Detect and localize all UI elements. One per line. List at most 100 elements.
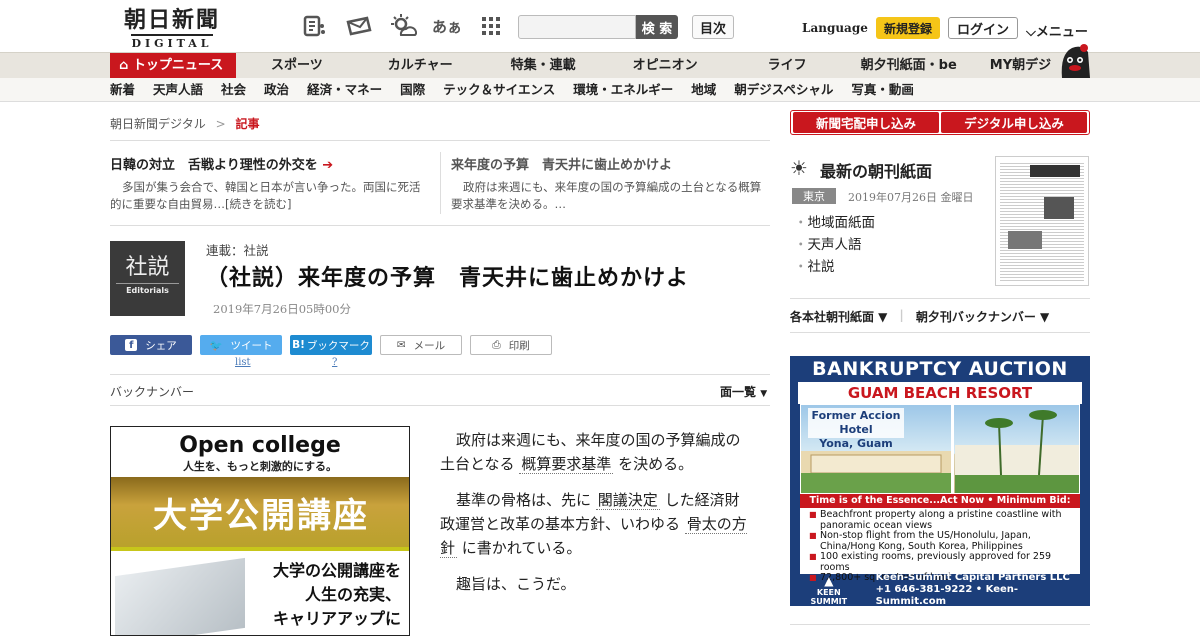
mail-icon[interactable] [344,12,374,40]
apps-grid-icon[interactable] [476,12,506,40]
nav-item-my-asahi[interactable]: MY朝デジ [990,53,1051,79]
article-body: 政府は来週にも、来年度の国の予算編成の土台となる 概算要求基準 を決める。 基準… [440,428,750,608]
print-button[interactable]: ⎙ 印刷 [470,335,552,355]
keen-summit-logo: ▲ KEEN SUMMIT [800,574,858,606]
latest-paper-heading: 最新の朝刊紙面 [820,162,933,181]
breadcrumb-home[interactable]: 朝日新聞デジタル [110,117,206,131]
nav-item-paper[interactable]: 朝夕刊紙面・be [861,53,957,79]
backnumber-link[interactable]: 朝夕刊バックナンバー ▼ [916,308,1049,325]
series-label[interactable]: 連載：社説 [206,240,269,259]
divider [790,624,1090,625]
search-input[interactable] [518,15,636,39]
nav2-item-tech[interactable]: テック＆サイエンス [443,78,555,102]
hatena-bookmark-button[interactable]: B! ブックマーク [290,335,372,355]
newspaper-icon[interactable] [300,12,330,40]
site-header: 朝日新聞 DIGITAL あぁ 検 索 目次 Language 新規登録 ログイ… [0,0,1200,52]
ad-bullet: 100 existing rooms, previously approved … [809,551,1072,573]
mail-share-button[interactable]: ✉ メール [380,335,462,355]
teaser-divider [440,152,441,214]
nav-item-opinion[interactable]: オピニオン [633,53,698,79]
nav2-item-politics[interactable]: 政治 [264,78,289,102]
nav-item-life[interactable]: ライフ [768,53,807,79]
home-icon: ⌂ [119,58,133,73]
nav-item-sports[interactable]: スポーツ [271,53,323,79]
paper-date: 2019年07月26日 金曜日 [848,191,974,204]
home-delivery-button[interactable]: 新聞宅配申し込み [793,112,939,133]
ad-brand: Open college [179,433,341,458]
nav2-item-economy[interactable]: 経済・マネー [307,78,382,102]
language-link[interactable]: Language [802,21,868,35]
teaser-title: 来年度の予算 青天井に歯止めかけよ [451,158,673,173]
divider [110,140,770,141]
subscription-buttons: 新聞宅配申し込み デジタル申し込み [790,110,1090,135]
breadcrumb-separator: > [215,117,226,131]
paragraph: 趣旨は、こうだ。 [456,575,576,593]
page-list-dropdown[interactable]: 面一覧 ▼ [720,383,767,400]
nav2-item-special[interactable]: 朝デジスペシャル [734,78,833,102]
search-box: 検 索 [518,15,678,39]
print-icon: ⎙ [492,338,501,351]
font-size-icon[interactable]: あぁ [432,12,462,40]
toc-button[interactable]: 目次 [692,15,734,39]
guam-auction-ad[interactable]: BANKRUPTCY AUCTION GUAM BEACH RESORT For… [790,356,1090,606]
register-button[interactable]: 新規登録 [876,17,940,39]
paper-thumbnail[interactable] [995,156,1089,286]
site-logo[interactable]: 朝日新聞 DIGITAL [112,8,232,50]
teaser-title: 日韓の対立 舌戦より理性の外交を ➔ [110,158,334,173]
nav-item-features[interactable]: 特集・連載 [511,53,576,79]
ad-bullet: Beachfront property along a pristine coa… [809,509,1072,531]
nav2-item-society[interactable]: 社会 [221,78,246,102]
divider [110,374,770,375]
ad-title: BANKRUPTCY AUCTION [812,358,1068,380]
logo-sub-text: DIGITAL [131,34,213,50]
digital-subscribe-button[interactable]: デジタル申し込み [941,112,1087,133]
ad-book-image [115,557,245,635]
paper-link-tensei[interactable]: 天声人語 [794,234,875,256]
editorial-thumbnail: 社説 Editorials [110,241,185,316]
paper-link-region[interactable]: 地域面紙面 [794,212,876,234]
nav2-item-region[interactable]: 地域 [691,78,716,102]
open-college-ad[interactable]: Open college 人生を、もっと刺激的にする。 大学公開講座 大学の公開… [110,426,410,636]
nav2-item-tensei[interactable]: 天声人語 [153,78,203,102]
glossary-link[interactable]: 概算要求基準 [519,455,614,474]
menu-button[interactable]: ⌵メニュー [1026,21,1088,40]
nav-item-culture[interactable]: カルチャー [388,53,453,79]
photo-caption: Former Accion Hotel Yona, Guam [808,408,904,450]
facebook-share-button[interactable]: f シェア [110,335,192,355]
nav2-item-new[interactable]: 新着 [110,78,135,102]
sun-icon: ☀ [790,156,808,180]
regional-morning-editions-link[interactable]: 各本社朝刊紙面 ▼ [790,308,887,325]
mascot-icon[interactable] [1058,42,1092,78]
ad-urgent-banner: Time is of the Essence...Act Now • Minim… [800,494,1080,520]
twitter-list-link[interactable]: list [235,357,251,368]
breadcrumb-current: 記事 [235,117,260,131]
search-button[interactable]: 検 索 [636,15,678,39]
nav2-item-international[interactable]: 国際 [400,78,425,102]
ad-bullet: Non-stop flight from the US/Honolulu, Ja… [809,530,1072,552]
mountain-icon: ▲ [824,574,834,588]
ad-footer: ▲ KEEN SUMMIT Keen-Summit Capital Partner… [800,572,1080,606]
teaser-editorial-1[interactable]: 日韓の対立 舌戦より理性の外交を ➔ 多国が集う会合で、韓国と日本が言い争った。… [110,154,430,213]
twitter-share-button[interactable]: 🐦 ツイート [200,335,282,355]
nav2-item-photo[interactable]: 写真・動画 [851,78,914,102]
login-button[interactable]: ログイン [948,17,1018,39]
teaser-text: 多国が集う会合で、韓国と日本が言い争った。両国に死活的に重要な自由貿易…[続きを… [110,180,421,211]
teaser-editorial-2[interactable]: 来年度の予算 青天井に歯止めかけよ 政府は来週にも、来年度の国の予算編成の土台と… [451,154,771,213]
region-badge: 東京 [792,188,836,204]
primary-nav: ⌂ トップニュース スポーツ カルチャー 特集・連載 オピニオン ライフ 朝夕刊… [0,52,1200,79]
glossary-link[interactable]: 閣議決定 [595,491,660,510]
paragraph: 基準の骨格は、先に 閣議決定 した経済財政運営と改革の基本方針、いわゆる 骨太の… [440,491,747,558]
breadcrumb: 朝日新聞デジタル > 記事 [110,115,260,132]
weather-icon[interactable] [388,12,418,40]
ad-headline: 大学公開講座 [111,477,409,547]
hatena-count-link[interactable]: ? [332,357,337,368]
paper-link-editorial[interactable]: 社説 [794,256,875,278]
ad-copy: 大学の公開講座を 人生の充実、 キャリアアップに [272,561,401,628]
nav2-item-environment[interactable]: 環境・エネルギー [573,78,673,102]
ad-subtitle: GUAM BEACH RESORT [798,382,1082,404]
twitter-icon: 🐦 [209,339,223,352]
backnumber-label: バックナンバー [110,385,195,399]
header-icons: あぁ [300,12,506,40]
article-date: 2019年7月26日05時00分 [213,302,351,316]
nav-item-top-news[interactable]: ⌂ トップニュース [110,53,236,79]
